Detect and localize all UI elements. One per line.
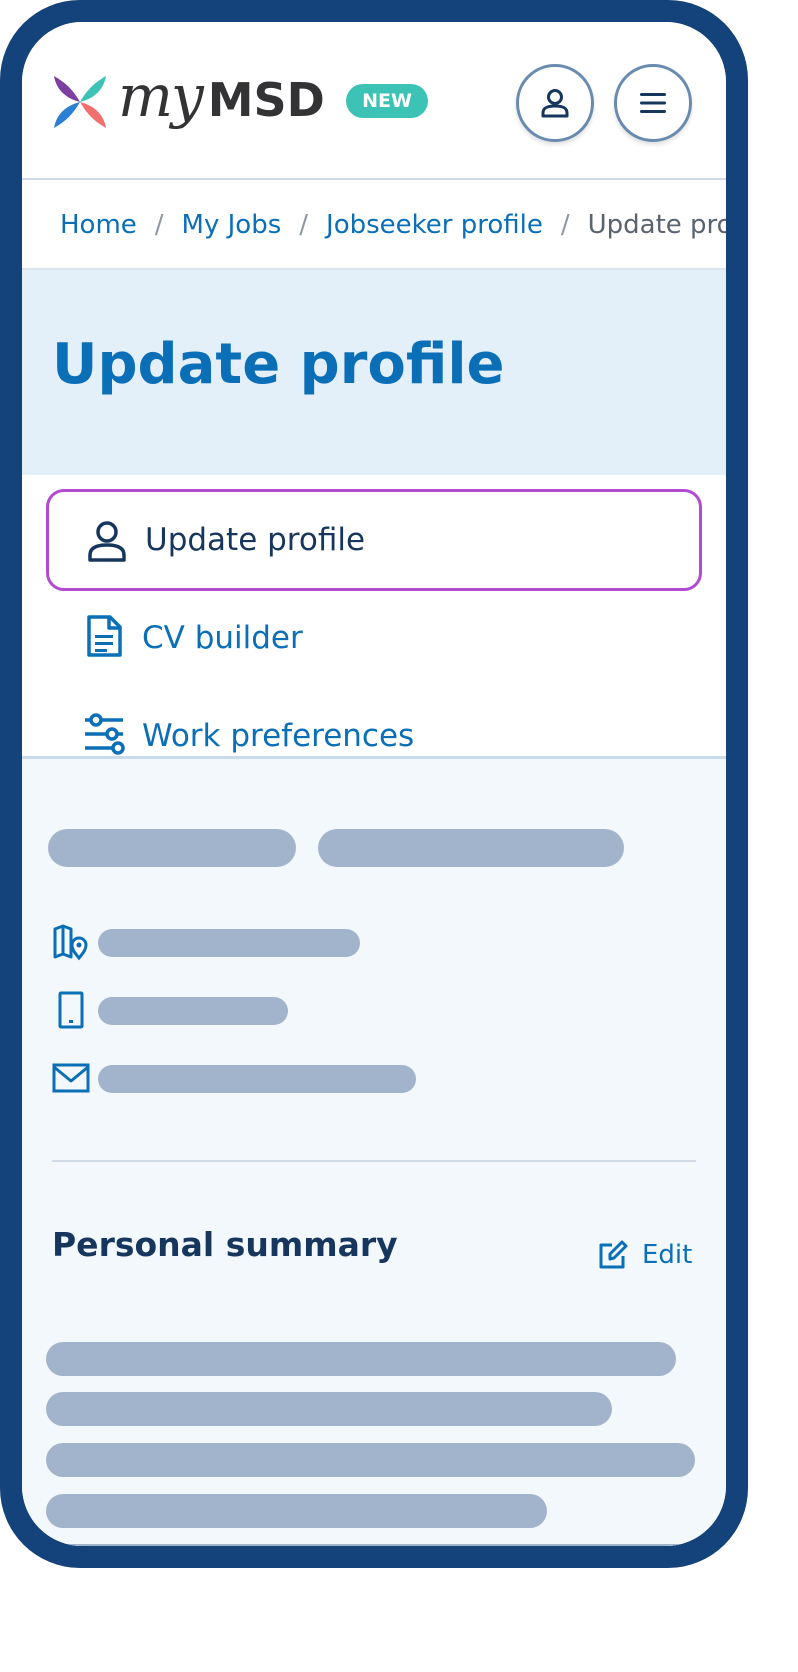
profile-button[interactable] bbox=[516, 64, 594, 142]
subnav-item-cv-builder[interactable]: CV builder bbox=[46, 587, 702, 689]
name-skeleton bbox=[48, 829, 296, 867]
screen: my MSD NEW Home / My Jobs / Jobseeker pr… bbox=[22, 22, 726, 1546]
name-skeleton bbox=[318, 829, 624, 867]
device-frame: my MSD NEW Home / My Jobs / Jobseeker pr… bbox=[0, 0, 748, 1568]
subnav-item-label: Work preferences bbox=[142, 718, 415, 754]
person-icon bbox=[541, 89, 569, 118]
summary-skeleton-line bbox=[46, 1544, 695, 1546]
breadcrumb: Home / My Jobs / Jobseeker profile / Upd… bbox=[22, 180, 726, 270]
page-header-band: Update profile bbox=[22, 270, 726, 475]
mail-icon bbox=[52, 1063, 90, 1093]
personal-summary-heading: Personal summary bbox=[52, 1225, 398, 1264]
summary-skeleton-line bbox=[46, 1494, 547, 1528]
summary-skeleton-line bbox=[46, 1443, 695, 1477]
email-skeleton bbox=[98, 1065, 416, 1093]
page-title: Update profile bbox=[52, 332, 505, 397]
phone-skeleton bbox=[98, 997, 288, 1025]
logo-my: my bbox=[118, 62, 204, 130]
edit-icon bbox=[599, 1240, 628, 1269]
mymsd-logo-icon[interactable] bbox=[52, 74, 108, 130]
document-icon bbox=[87, 615, 122, 657]
logo-msd: MSD bbox=[207, 73, 325, 127]
breadcrumb-separator: / bbox=[154, 210, 164, 240]
subnav-item-label: Update profile bbox=[145, 522, 366, 558]
breadcrumb-current: Update pro bbox=[587, 210, 726, 240]
summary-skeleton-line bbox=[46, 1392, 612, 1426]
profile-content: Personal summary Edit bbox=[22, 759, 726, 1546]
site-header: my MSD NEW bbox=[22, 22, 726, 180]
edit-summary-button[interactable]: Edit bbox=[598, 1237, 692, 1273]
subnav-item-update-profile[interactable]: Update profile bbox=[46, 489, 702, 591]
divider bbox=[52, 1160, 696, 1162]
profile-subnav: Update profile CV builder Work preferenc… bbox=[22, 475, 726, 759]
menu-button[interactable] bbox=[614, 64, 692, 142]
mobile-phone-icon bbox=[58, 991, 84, 1029]
logo-wordmark: my MSD bbox=[118, 62, 325, 130]
new-badge: NEW bbox=[346, 84, 428, 118]
breadcrumb-separator: / bbox=[560, 210, 570, 240]
sliders-icon bbox=[85, 713, 125, 755]
person-icon bbox=[88, 521, 126, 562]
breadcrumb-home[interactable]: Home bbox=[60, 210, 137, 240]
map-pin-icon bbox=[53, 924, 88, 961]
location-skeleton bbox=[98, 929, 360, 957]
breadcrumb-jobseeker-profile[interactable]: Jobseeker profile bbox=[326, 210, 543, 240]
subnav-item-label: CV builder bbox=[142, 620, 303, 656]
breadcrumb-my-jobs[interactable]: My Jobs bbox=[182, 210, 282, 240]
hamburger-icon bbox=[640, 93, 666, 113]
summary-skeleton-line bbox=[46, 1342, 676, 1376]
edit-label: Edit bbox=[642, 1240, 693, 1270]
breadcrumb-separator: / bbox=[299, 210, 309, 240]
